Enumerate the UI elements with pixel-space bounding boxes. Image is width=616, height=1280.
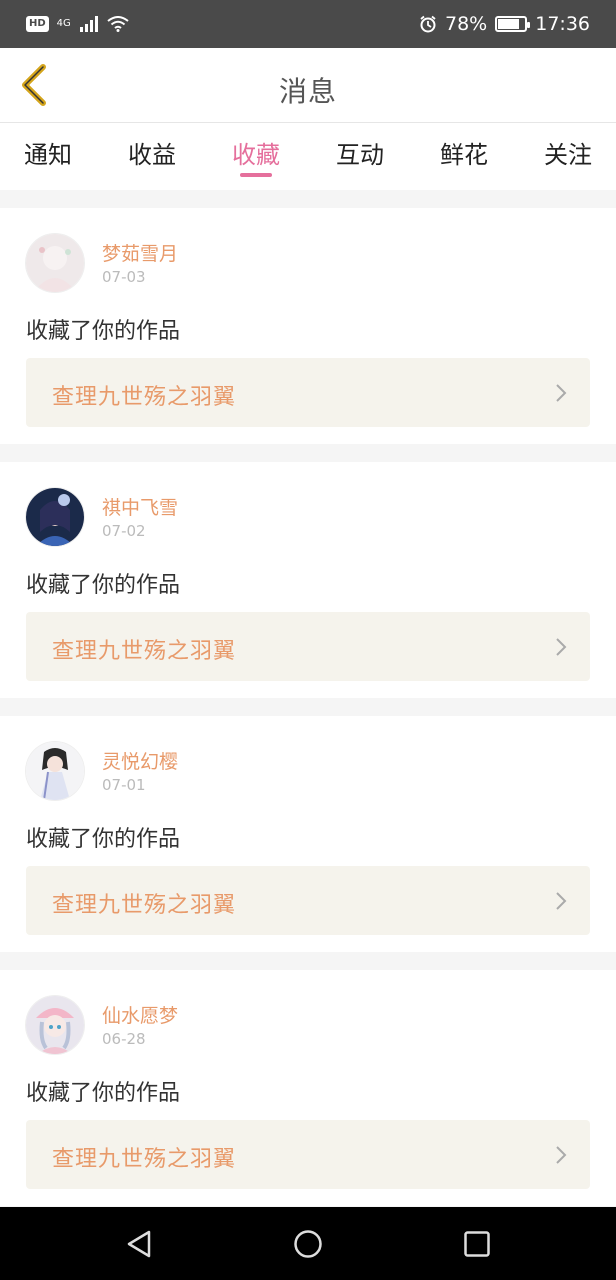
action-text: 收藏了你的作品 bbox=[26, 1081, 181, 1106]
chevron-right-icon bbox=[556, 1146, 567, 1164]
header: 消息 bbox=[0, 48, 616, 123]
tab-bar: 通知 收益 收藏 互动 鲜花 关注 bbox=[0, 123, 616, 190]
action-text: 收藏了你的作品 bbox=[26, 573, 181, 598]
battery-icon bbox=[495, 16, 531, 32]
chevron-right-icon bbox=[556, 892, 567, 910]
message-card: 灵悦幻樱 07-01 收藏了你的作品 查理九世殇之羽翼 bbox=[0, 716, 616, 952]
avatar[interactable] bbox=[26, 742, 84, 800]
message-card: 仙水愿梦 06-28 收藏了你的作品 查理九世殇之羽翼 bbox=[0, 970, 616, 1206]
avatar[interactable] bbox=[26, 996, 84, 1054]
tab-interactions[interactable]: 互动 bbox=[336, 123, 384, 190]
network-type: 4G bbox=[56, 18, 71, 29]
work-link[interactable]: 查理九世殇之羽翼 bbox=[26, 1120, 590, 1189]
action-text: 收藏了你的作品 bbox=[26, 319, 181, 344]
username[interactable]: 仙水愿梦 bbox=[102, 1001, 178, 1028]
work-title: 查理九世殇之羽翼 bbox=[52, 385, 237, 410]
square-recents-icon bbox=[464, 1230, 490, 1257]
work-title: 查理九世殇之羽翼 bbox=[52, 639, 237, 664]
username[interactable]: 灵悦幻樱 bbox=[102, 747, 178, 774]
message-list: 梦茹雪月 07-03 收藏了你的作品 查理九世殇之羽翼 祺中飞雪 07-02 收… bbox=[0, 208, 616, 1224]
chevron-right-icon bbox=[556, 638, 567, 656]
username[interactable]: 祺中飞雪 bbox=[102, 493, 178, 520]
work-title: 查理九世殇之羽翼 bbox=[52, 893, 237, 918]
system-nav-bar bbox=[0, 1207, 616, 1280]
signal-icon bbox=[79, 16, 98, 32]
nav-recents-button[interactable] bbox=[447, 1214, 507, 1274]
work-title: 查理九世殇之羽翼 bbox=[52, 1147, 237, 1172]
tab-follows[interactable]: 关注 bbox=[544, 123, 592, 190]
tab-earnings[interactable]: 收益 bbox=[128, 123, 176, 190]
hd-badge: HD bbox=[26, 16, 49, 32]
triangle-back-icon bbox=[127, 1230, 151, 1257]
clock: 17:36 bbox=[535, 13, 590, 35]
battery-percent: 78% bbox=[445, 13, 488, 35]
message-card: 祺中飞雪 07-02 收藏了你的作品 查理九世殇之羽翼 bbox=[0, 462, 616, 698]
work-link[interactable]: 查理九世殇之羽翼 bbox=[26, 358, 590, 427]
message-date: 07-01 bbox=[102, 776, 146, 794]
page-title: 消息 bbox=[278, 75, 337, 108]
work-link[interactable]: 查理九世殇之羽翼 bbox=[26, 866, 590, 935]
active-tab-indicator bbox=[240, 173, 272, 177]
message-date: 07-02 bbox=[102, 522, 146, 540]
wifi-icon bbox=[107, 16, 129, 32]
chevron-right-icon bbox=[556, 384, 567, 402]
status-bar: HD 4G 78% 17:36 bbox=[0, 0, 616, 48]
tab-flowers[interactable]: 鲜花 bbox=[440, 123, 488, 190]
avatar[interactable] bbox=[26, 234, 84, 292]
tab-favorites[interactable]: 收藏 bbox=[232, 123, 280, 190]
nav-home-button[interactable] bbox=[278, 1214, 338, 1274]
nav-back-button[interactable] bbox=[109, 1214, 169, 1274]
message-date: 07-03 bbox=[102, 268, 146, 286]
circle-home-icon bbox=[294, 1229, 322, 1258]
tab-notifications[interactable]: 通知 bbox=[24, 123, 72, 190]
work-link[interactable]: 查理九世殇之羽翼 bbox=[26, 612, 590, 681]
message-card: 梦茹雪月 07-03 收藏了你的作品 查理九世殇之羽翼 bbox=[0, 208, 616, 444]
avatar[interactable] bbox=[26, 488, 84, 546]
username[interactable]: 梦茹雪月 bbox=[102, 239, 178, 266]
action-text: 收藏了你的作品 bbox=[26, 827, 181, 852]
alarm-icon bbox=[420, 15, 436, 33]
message-date: 06-28 bbox=[102, 1030, 146, 1048]
